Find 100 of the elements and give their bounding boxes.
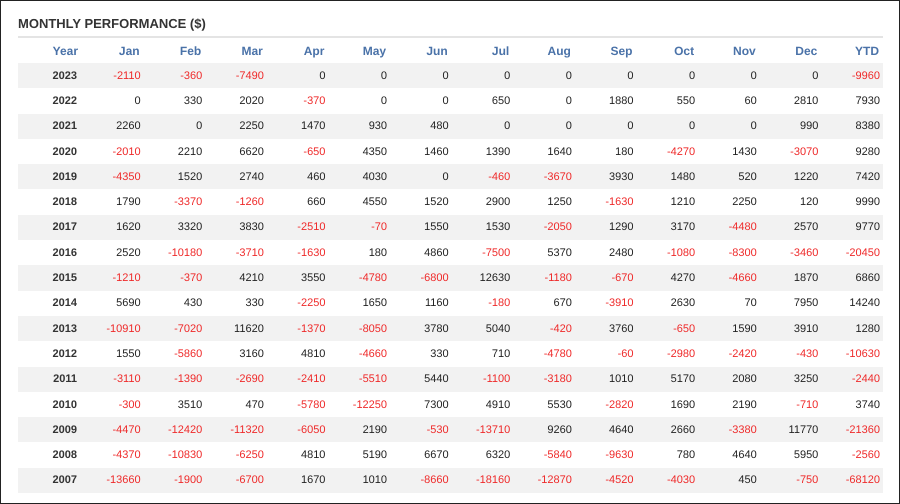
table-cell: -1390 — [144, 366, 206, 392]
year-cell: 2007 — [18, 468, 82, 494]
table-cell: 1210 — [636, 189, 698, 215]
table-cell: 520 — [698, 164, 760, 190]
table-cell: 1460 — [390, 138, 452, 164]
table-cell: 2250 — [698, 189, 760, 215]
table-cell: 2520 — [82, 240, 144, 266]
table-cell-text: -4780 — [542, 346, 573, 362]
table-cell: 1520 — [390, 189, 452, 215]
table-cell: -5780 — [266, 392, 328, 418]
table-cell: -12250 — [328, 392, 390, 418]
table-cell-text: -2420 — [728, 346, 758, 362]
table-cell: 1520 — [144, 164, 206, 190]
table-cell: 4810 — [266, 442, 328, 468]
table-cell: -2410 — [266, 366, 328, 392]
column-header: YTD — [821, 39, 883, 63]
table-cell: 0 — [452, 114, 514, 139]
table-cell: -710 — [760, 392, 822, 418]
column-header: Jun — [390, 39, 452, 63]
table-cell-text: -5860 — [173, 346, 204, 362]
table-cell: 0 — [144, 114, 206, 139]
year-cell: 2009 — [18, 417, 82, 442]
table-cell: -21360 — [821, 417, 883, 442]
table-cell: 1250 — [513, 189, 575, 215]
table-cell: 470 — [205, 392, 267, 418]
table-cell: 3780 — [390, 316, 452, 342]
column-header: Mar — [205, 39, 267, 63]
table-cell: 3550 — [266, 265, 328, 291]
table-cell-text: -370 — [302, 94, 326, 109]
table-cell: 430 — [144, 290, 206, 316]
table-cell: 1550 — [390, 214, 452, 240]
table-cell: 1640 — [513, 138, 575, 164]
table-cell: 780 — [636, 442, 698, 468]
table-cell: 5440 — [390, 366, 452, 392]
column-header: Sep — [574, 39, 636, 63]
table-cell: -1180 — [513, 265, 575, 291]
column-header: Feb — [144, 39, 206, 63]
table-cell-text: 7930 — [854, 94, 881, 109]
table-cell: 1620 — [82, 214, 144, 240]
table-cell: 3320 — [144, 214, 206, 240]
table-cell: -70 — [328, 214, 390, 240]
table-cell: 1590 — [698, 316, 760, 342]
table-cell: 1690 — [636, 392, 698, 418]
table-cell: 0 — [390, 164, 452, 190]
table-cell: 4550 — [328, 189, 390, 215]
table-cell: -460 — [452, 164, 514, 190]
table-cell: 4270 — [636, 265, 698, 291]
table-cell: -6800 — [390, 265, 452, 291]
table-cell: -7490 — [205, 63, 267, 88]
table-cell: -7500 — [452, 240, 514, 266]
table-cell: -4520 — [574, 468, 636, 494]
table-cell: 0 — [636, 63, 698, 88]
table-cell: 0 — [760, 63, 822, 88]
table-cell: -650 — [266, 138, 328, 164]
table-cell-text: 550 — [676, 94, 696, 109]
column-header: Oct — [636, 39, 698, 63]
table-cell: -1260 — [205, 189, 267, 215]
year-cell: 2013 — [18, 316, 82, 342]
table-cell: 3760 — [574, 316, 636, 342]
table-cell: 9990 — [821, 189, 883, 215]
year-cell-text: 2012 — [52, 346, 78, 362]
table-cell: -3370 — [144, 189, 206, 215]
table-cell: -6700 — [205, 468, 267, 494]
table-cell: -10830 — [144, 442, 206, 468]
table-cell: 1650 — [328, 290, 390, 316]
table-cell: -2110 — [82, 63, 144, 88]
table-cell: 0 — [513, 114, 575, 139]
table-cell: 2190 — [698, 392, 760, 418]
table-cell-text: 0 — [442, 94, 450, 109]
table-cell: -4480 — [698, 214, 760, 240]
table-cell: -20450 — [821, 240, 883, 266]
table-cell: -650 — [636, 316, 698, 342]
table-cell: -2560 — [821, 442, 883, 468]
table-cell: 5950 — [760, 442, 822, 468]
table-cell: -2820 — [574, 392, 636, 418]
table-cell-text: -430 — [795, 346, 820, 362]
table-cell: 7300 — [390, 392, 452, 418]
table-cell: 2570 — [760, 214, 822, 240]
table-cell: -750 — [760, 468, 822, 494]
table-cell: -4370 — [82, 442, 144, 468]
table-cell: 1480 — [636, 164, 698, 190]
table-cell: -2440 — [821, 366, 883, 392]
table-cell: 1790 — [82, 189, 144, 215]
table-cell: -8300 — [698, 240, 760, 266]
table-cell: -5840 — [513, 442, 575, 468]
table-cell: 4860 — [390, 240, 452, 266]
table-cell: 1670 — [266, 468, 328, 494]
table-cell: 1870 — [760, 265, 822, 291]
table-cell: 3510 — [144, 392, 206, 418]
table-cell: -2010 — [82, 138, 144, 164]
table-cell: 3250 — [760, 366, 822, 392]
table-cell: 1010 — [328, 468, 390, 494]
year-cell: 2023 — [18, 63, 82, 88]
table-cell: -6250 — [205, 442, 267, 468]
table-cell: 2080 — [698, 366, 760, 392]
table-cell: 2210 — [144, 138, 206, 164]
table-cell: 4640 — [574, 417, 636, 442]
year-cell: 2010 — [18, 392, 82, 418]
column-header: Aug — [513, 39, 575, 63]
table-cell: 0 — [452, 63, 514, 88]
